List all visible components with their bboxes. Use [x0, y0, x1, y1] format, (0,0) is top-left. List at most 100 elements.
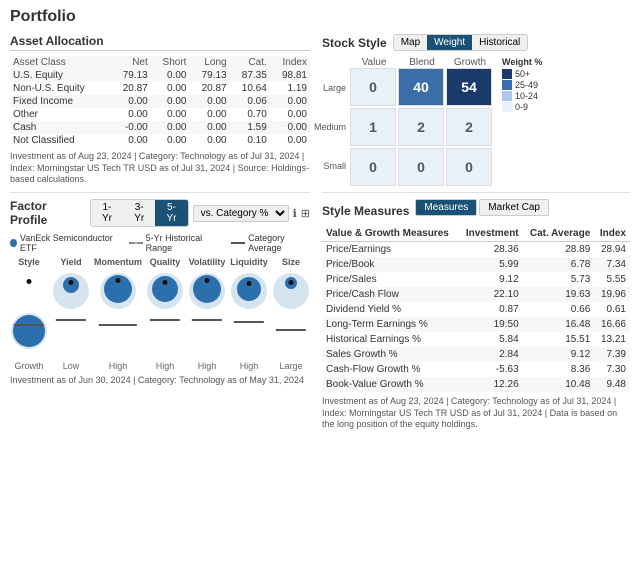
measures-row: Dividend Yield %0.870.660.61: [322, 302, 630, 317]
left-column: Asset Allocation Asset Class Net Short L…: [10, 34, 310, 431]
legend-item: 10-24: [502, 91, 542, 101]
style-grid-area: Value Blend Growth Large Medium Small 0: [322, 57, 494, 186]
asset-cell: 10.64: [230, 82, 270, 95]
asset-cell: 20.87: [111, 82, 151, 95]
style-cell: 40: [398, 68, 444, 106]
measures-cell: Cash-Flow Growth %: [322, 362, 459, 377]
fp-cat-line: [99, 324, 137, 326]
measures-row: Historical Earnings %5.8415.5113.21: [322, 332, 630, 347]
legend-color-swatch: [502, 91, 512, 101]
legend-color-swatch: [502, 80, 512, 90]
page-container: Portfolio Asset Allocation Asset Class N…: [0, 0, 640, 439]
asset-cell: 0.00: [151, 95, 190, 108]
asset-cell: -0.00: [111, 121, 151, 134]
measures-cell: 5.55: [594, 272, 630, 287]
fp-tab-5yr[interactable]: 5-Yr: [155, 200, 187, 226]
asset-table-row: Non-U.S. Equity20.870.0020.8710.641.19: [10, 82, 310, 95]
legend-item: 25-49: [502, 80, 542, 90]
fp-cat-line: [14, 324, 44, 326]
fp-col-label: Yield: [60, 257, 81, 267]
measures-cell: 6.78: [523, 257, 595, 272]
measures-cell: 28.94: [594, 242, 630, 258]
style-cell: 0: [350, 148, 396, 186]
legend-title: Weight %: [502, 57, 542, 67]
measures-cell: Price/Cash Flow: [322, 287, 459, 302]
tab-weight[interactable]: Weight: [427, 35, 472, 50]
measures-cell: 7.34: [594, 257, 630, 272]
fp-fund-bubble: [13, 315, 45, 347]
fp-legend-fund: VanEck Semiconductor ETF: [10, 233, 117, 253]
measures-cell: Dividend Yield %: [322, 302, 459, 317]
fp-dot-marker: [69, 280, 74, 285]
asset-cell: 0.00: [111, 108, 151, 121]
asset-cell: 0.00: [189, 95, 229, 108]
row-label-large: Large: [322, 69, 350, 107]
asset-cell: 0.00: [189, 108, 229, 121]
tab-measures[interactable]: Measures: [415, 199, 477, 216]
col-header-class: Asset Class: [10, 56, 111, 69]
tab-map[interactable]: Map: [394, 35, 427, 50]
asset-cell: 0.00: [151, 69, 190, 82]
cells-row: 04054: [350, 68, 492, 106]
asset-table: Asset Class Net Short Long Cat. Index U.…: [10, 56, 310, 147]
stock-style-body: Value Blend Growth Large Medium Small 0: [322, 57, 630, 186]
row-label-small: Small: [322, 147, 350, 185]
asset-cell: 1.59: [230, 121, 270, 134]
tab-market-cap[interactable]: Market Cap: [479, 199, 549, 216]
legend-item-label: 50+: [515, 69, 530, 79]
fp-select[interactable]: vs. Category %: [193, 205, 289, 222]
asset-cell: 1.19: [270, 82, 310, 95]
stock-style-title: Stock Style: [322, 36, 387, 50]
row-labels: Large Medium Small: [322, 68, 350, 186]
style-cell: 0: [398, 148, 444, 186]
col-header-long: Long: [189, 56, 229, 69]
asset-cell: 0.00: [111, 95, 151, 108]
measures-row: Sales Growth %2.849.127.39: [322, 347, 630, 362]
measures-cell: 7.39: [594, 347, 630, 362]
grid-icon[interactable]: ⊞: [301, 207, 310, 220]
measures-cell: 19.63: [523, 287, 595, 302]
measures-row: Price/Sales9.125.735.55: [322, 272, 630, 287]
row-label-medium: Medium: [322, 108, 350, 146]
legend-item-label: 0-9: [515, 102, 528, 112]
mh-investment: Investment: [459, 226, 523, 242]
legend-item: 0-9: [502, 102, 542, 112]
asset-cell: 0.00: [270, 108, 310, 121]
fp-chart: StyleGrowthYieldLowMomentumHighQualityHi…: [10, 257, 310, 371]
asset-table-row: U.S. Equity79.130.0079.1387.3598.81: [10, 69, 310, 82]
info-icon[interactable]: ℹ: [293, 207, 297, 220]
fp-tab-group: 1-Yr 3-Yr 5-Yr: [90, 199, 189, 227]
fp-dot-marker: [247, 281, 252, 286]
mh-measure: Value & Growth Measures: [322, 226, 459, 242]
measures-cell: 0.87: [459, 302, 523, 317]
legend-item-label: 25-49: [515, 80, 538, 90]
fp-bubble-container: [146, 269, 184, 359]
fp-cat-line: [234, 321, 264, 323]
stock-style-tabs: Map Weight Historical: [393, 34, 529, 51]
measures-row: Price/Cash Flow22.1019.6319.96: [322, 287, 630, 302]
measures-cell: 7.30: [594, 362, 630, 377]
fp-column: QualityHigh: [146, 257, 184, 371]
measures-cell: 9.12: [459, 272, 523, 287]
fp-column: LiquidityHigh: [230, 257, 268, 371]
fp-tab-1yr[interactable]: 1-Yr: [91, 200, 123, 226]
measures-cell: Price/Earnings: [322, 242, 459, 258]
sm-note: Investment as of Aug 23, 2024 | Category…: [322, 396, 630, 431]
style-cell: 2: [446, 108, 492, 146]
measures-cell: 5.99: [459, 257, 523, 272]
measures-cell: 15.51: [523, 332, 595, 347]
cells-row: 122: [350, 108, 492, 146]
asset-cell: 0.00: [111, 134, 151, 147]
style-legend: Weight % 50+25-4910-240-9: [502, 57, 542, 113]
col-header-net: Net: [111, 56, 151, 69]
fp-legend-cat-label: Category Average: [248, 233, 310, 253]
fp-icons: ℹ ⊞: [293, 207, 310, 220]
measures-cell: 28.89: [523, 242, 595, 258]
cells-row: 000: [350, 148, 492, 186]
asset-cell: Other: [10, 108, 111, 121]
measures-cell: 9.12: [523, 347, 595, 362]
fp-tab-3yr[interactable]: 3-Yr: [123, 200, 155, 226]
fp-column: VolatilityHigh: [188, 257, 226, 371]
tab-historical[interactable]: Historical: [472, 35, 527, 50]
col-header-growth: Growth: [447, 57, 493, 68]
